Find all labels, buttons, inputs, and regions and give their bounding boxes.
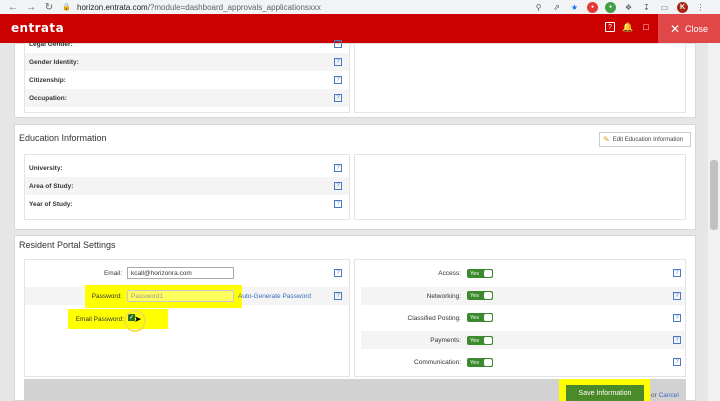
help-icon[interactable]: ? (334, 182, 342, 190)
communication-toggle[interactable]: Yes (467, 358, 493, 367)
help-icon[interactable]: ? (605, 22, 615, 32)
scrollbar-thumb[interactable] (710, 160, 718, 230)
list-item: Citizenship: (25, 71, 349, 89)
search-icon[interactable]: ⚲ (533, 2, 544, 13)
cursor-icon: ➤ (134, 314, 142, 324)
row-label: Occupation: (29, 94, 67, 102)
close-icon: ✕ (669, 21, 681, 36)
profile-avatar[interactable]: K (677, 1, 688, 13)
edit-education-label: Edit Education Information (612, 136, 684, 143)
browser-toolbar: ← → ↻ 🔒 horizon.entrata.com/?module=dash… (0, 0, 720, 14)
entrata-logo[interactable]: entrata (11, 21, 64, 35)
help-icon[interactable]: ? (334, 58, 342, 66)
classified-posting-toggle[interactable]: Yes (467, 313, 493, 322)
help-icon[interactable]: ? (673, 292, 681, 300)
url-domain: horizon.entrata.com (77, 2, 148, 12)
close-label: Close (685, 23, 709, 34)
share-icon[interactable]: ⇗ (551, 2, 562, 13)
list-item: Legal Gender: (25, 35, 349, 53)
help-icon[interactable]: ? (334, 40, 342, 48)
toggle-value: Yes (470, 337, 479, 344)
classified-posting-label: Classified Posting: (407, 315, 461, 322)
email-password-label: Email Password: (75, 316, 124, 323)
or-text: or (651, 392, 657, 399)
list-item: Gender Identity: (25, 53, 349, 71)
list-item: Occupation: (25, 89, 349, 107)
password-label: Password: (91, 293, 122, 300)
puzzle-icon[interactable]: ❖ (623, 2, 634, 13)
list-item: Area of Study: (25, 177, 349, 195)
close-button[interactable]: ✕ Close (658, 14, 720, 43)
toggle-knob (484, 337, 492, 344)
access-toggle[interactable]: Yes (467, 269, 493, 278)
password-field[interactable]: Password1 (127, 290, 234, 302)
list-item: Year of Study: (25, 195, 349, 213)
pencil-icon: ✎ (603, 135, 610, 144)
toggle-value: Yes (470, 359, 479, 366)
toggle-value: Yes (470, 314, 479, 321)
chat-icon[interactable]: □ (641, 22, 651, 32)
reload-icon[interactable]: ↻ (42, 0, 56, 14)
row-label: Year of Study: (29, 200, 73, 208)
help-icon[interactable]: ? (673, 358, 681, 366)
edit-education-button[interactable]: ✎ Edit Education Information (599, 132, 691, 147)
back-arrow-icon[interactable]: ← (6, 0, 20, 14)
download-icon[interactable]: ↧ (641, 2, 652, 13)
toggle-value: Yes (470, 292, 479, 299)
networking-toggle[interactable]: Yes (467, 291, 493, 300)
networking-label: Networking: (426, 293, 461, 300)
cancel-label: Cancel (658, 392, 679, 399)
email-label: Email: (103, 270, 122, 277)
row-label: University: (29, 164, 63, 172)
extension-red-icon[interactable]: ● (587, 1, 598, 13)
toggle-value: Yes (470, 270, 479, 277)
help-icon[interactable]: ? (673, 314, 681, 322)
help-icon[interactable]: ? (334, 76, 342, 84)
toggle-knob (484, 359, 492, 366)
help-icon[interactable]: ? (334, 164, 342, 172)
extension-green-icon[interactable]: ● (605, 1, 616, 13)
star-icon[interactable]: ★ (569, 2, 580, 13)
url-path: /?module=dashboard_approvals_application… (147, 2, 321, 12)
email-field[interactable]: kcall@horizonra.com (127, 267, 234, 279)
bell-icon[interactable]: 🔔 (622, 22, 633, 32)
row-label: Gender Identity: (29, 58, 79, 66)
payments-toggle[interactable]: Yes (467, 336, 493, 345)
auto-generate-password-link[interactable]: Auto-Generate Password (238, 293, 311, 300)
sidepanel-icon[interactable]: ▭ (659, 2, 670, 13)
address-bar[interactable]: 🔒 horizon.entrata.com/?module=dashboard_… (62, 1, 567, 13)
payments-label: Payments: (430, 337, 461, 344)
resident-portal-title: Resident Portal Settings (19, 240, 116, 250)
row-label: Citizenship: (29, 76, 66, 84)
lock-icon: 🔒 (62, 4, 71, 11)
toggle-knob (484, 270, 492, 277)
personal-info-right (354, 43, 686, 113)
cancel-link[interactable]: or Cancel (651, 392, 679, 399)
list-item: University: (25, 159, 349, 177)
help-icon[interactable]: ? (673, 336, 681, 344)
help-icon[interactable]: ? (334, 94, 342, 102)
communication-label: Communication: (414, 359, 461, 366)
toggle-knob (484, 314, 492, 321)
toggle-knob (484, 292, 492, 299)
menu-kebab-icon[interactable]: ⋮ (695, 2, 706, 13)
save-information-button[interactable]: Save Information (566, 385, 644, 401)
access-label: Access: (438, 270, 461, 277)
forward-arrow-icon[interactable]: → (24, 0, 38, 14)
help-icon[interactable]: ? (334, 200, 342, 208)
row-label: Area of Study: (29, 182, 74, 190)
education-right (354, 154, 686, 220)
education-title: Education Information (19, 133, 107, 143)
row-label: Legal Gender: (29, 40, 73, 48)
help-icon[interactable]: ? (673, 269, 681, 277)
